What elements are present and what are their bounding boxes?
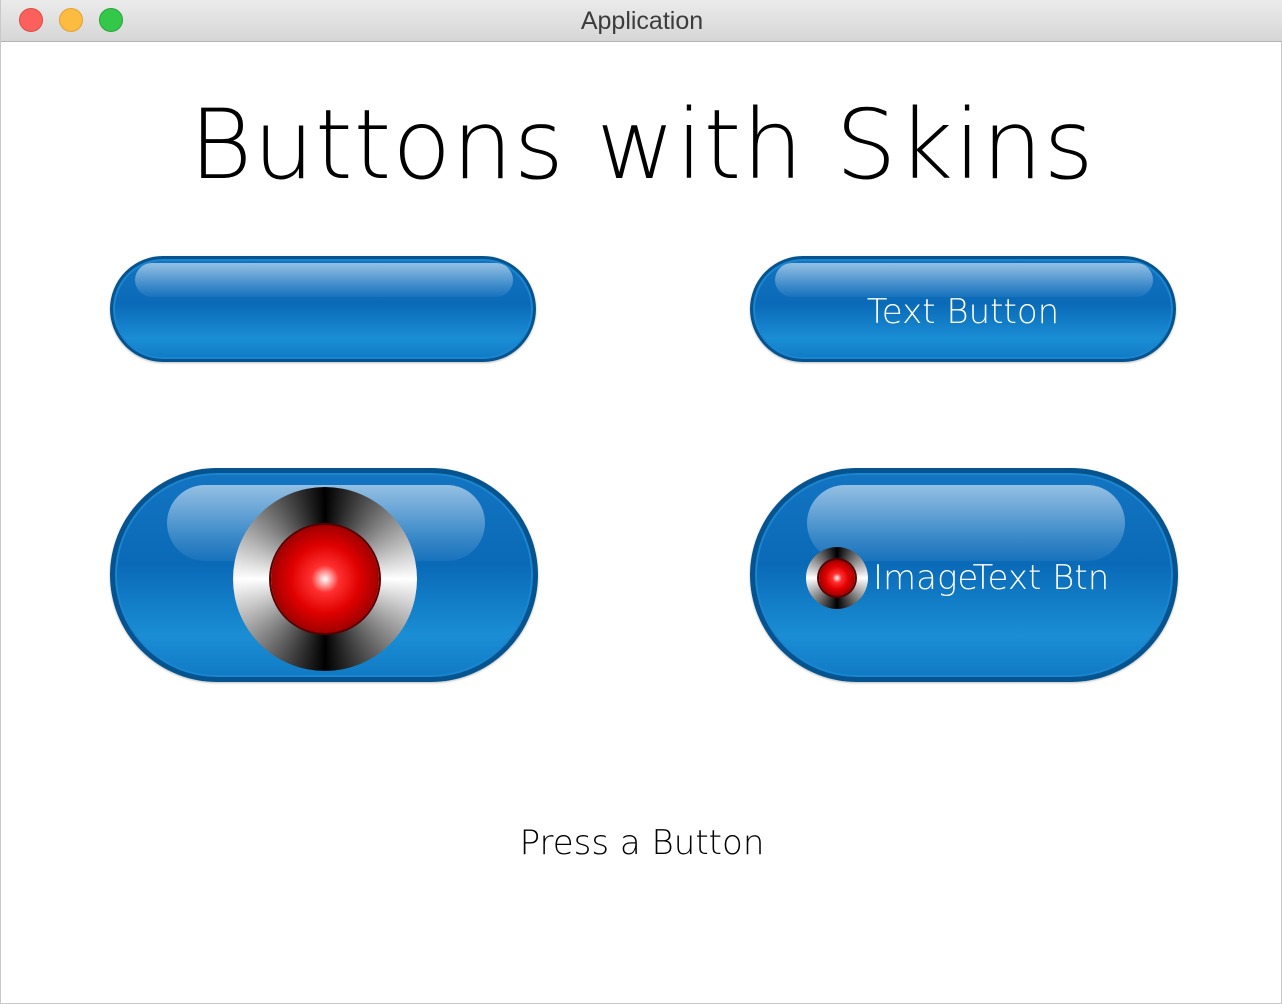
text-button[interactable]: Text Button bbox=[750, 256, 1176, 362]
orb-core bbox=[819, 560, 855, 596]
application-window: Application Buttons with Skins Text Butt… bbox=[0, 0, 1282, 1004]
text-button-label: Text Button bbox=[866, 292, 1060, 332]
image-text-button[interactable]: ImageText Btn bbox=[750, 468, 1178, 682]
red-orb-icon bbox=[233, 487, 417, 671]
orb-core bbox=[271, 525, 379, 633]
status-label: Press a Button bbox=[519, 823, 765, 863]
red-orb-icon bbox=[806, 547, 868, 609]
image-text-button-label: ImageText Btn bbox=[873, 558, 1110, 598]
page-heading: Buttons with Skins bbox=[189, 89, 1095, 201]
image-button[interactable] bbox=[110, 468, 538, 682]
blank-button-label bbox=[113, 259, 533, 359]
title-bar[interactable]: Application bbox=[1, 0, 1282, 42]
blank-skin-button[interactable] bbox=[110, 256, 536, 362]
window-title: Application bbox=[580, 7, 704, 35]
